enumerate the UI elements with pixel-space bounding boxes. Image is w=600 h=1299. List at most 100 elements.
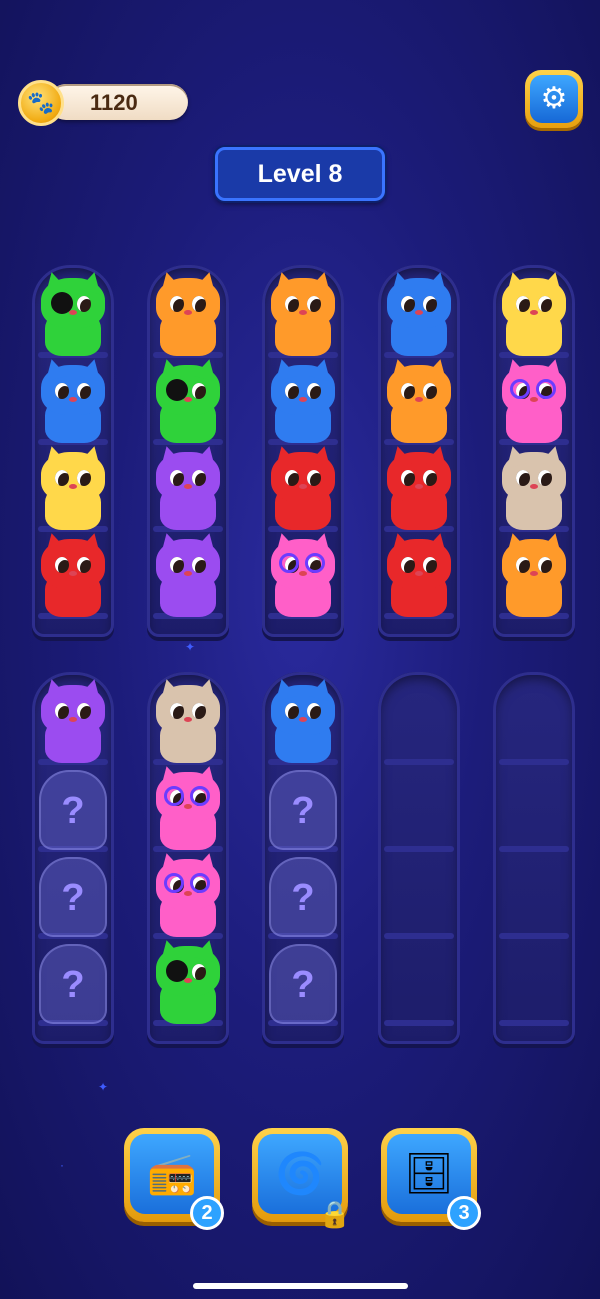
hidden-cat-slot: ? bbox=[269, 944, 337, 1024]
cat-eye-r bbox=[192, 964, 206, 980]
cat-nose bbox=[299, 397, 307, 402]
cat-eye-r bbox=[307, 296, 321, 312]
cat-orange[interactable] bbox=[496, 530, 572, 619]
tube-shelf bbox=[499, 846, 569, 852]
cat-eye-r bbox=[192, 296, 206, 312]
cat-blue[interactable] bbox=[35, 356, 111, 445]
cat-green-eyepatch[interactable] bbox=[150, 937, 226, 1026]
cat-eye-l bbox=[55, 703, 69, 719]
gear-icon: ⚙ bbox=[530, 75, 578, 123]
tube[interactable] bbox=[493, 672, 575, 1044]
hidden-cat-slot: ? bbox=[269, 857, 337, 937]
cat-purple[interactable] bbox=[150, 530, 226, 619]
tube-shelf bbox=[384, 1020, 454, 1026]
cat-eye-r bbox=[307, 703, 321, 719]
cat-eye-l bbox=[170, 470, 184, 486]
cat-eye-l bbox=[170, 557, 184, 573]
cat-orange[interactable] bbox=[265, 269, 341, 358]
cat-red[interactable] bbox=[265, 443, 341, 532]
cat-eye-r bbox=[307, 470, 321, 486]
cat-pink-glasses[interactable] bbox=[265, 530, 341, 619]
cat-red[interactable] bbox=[381, 443, 457, 532]
glasses-icon bbox=[510, 379, 560, 401]
hidden-cat-slot: ? bbox=[39, 944, 107, 1024]
cat-purple[interactable] bbox=[150, 443, 226, 532]
cat-pink-glasses[interactable] bbox=[150, 850, 226, 939]
cat-nose bbox=[415, 397, 423, 402]
tube[interactable] bbox=[378, 672, 460, 1044]
cat-blue[interactable] bbox=[265, 676, 341, 765]
cat-eye-r bbox=[538, 470, 552, 486]
cat-eye-r bbox=[423, 470, 437, 486]
cat-purple[interactable] bbox=[35, 676, 111, 765]
cat-green-eyepatch[interactable] bbox=[35, 269, 111, 358]
booster-count-badge: 2 bbox=[190, 1196, 224, 1230]
cat-nose bbox=[415, 571, 423, 576]
cat-red[interactable] bbox=[35, 530, 111, 619]
hidden-cat-slot: ? bbox=[39, 857, 107, 937]
cat-nose bbox=[184, 484, 192, 489]
walkie-talkie-booster[interactable]: 📻 2 bbox=[124, 1128, 224, 1230]
cat-eye-l bbox=[55, 557, 69, 573]
cat-eye-r bbox=[77, 557, 91, 573]
cat-orange[interactable] bbox=[150, 269, 226, 358]
coin-counter: 🐾 1120 bbox=[18, 80, 190, 126]
cat-eye-r bbox=[77, 383, 91, 399]
cat-eye-l bbox=[285, 296, 299, 312]
tube-shelf bbox=[384, 933, 454, 939]
cat-eye-r bbox=[77, 470, 91, 486]
paw-coin-icon: 🐾 bbox=[18, 80, 64, 126]
cat-nose bbox=[299, 717, 307, 722]
cat-siamese[interactable] bbox=[150, 676, 226, 765]
cat-nose bbox=[184, 571, 192, 576]
glasses-icon bbox=[164, 786, 214, 808]
cat-blue[interactable] bbox=[381, 269, 457, 358]
cat-eye-r bbox=[423, 557, 437, 573]
hidden-cat-slot: ? bbox=[269, 770, 337, 850]
extra-shelf-booster[interactable]: 🗄 3 bbox=[381, 1128, 481, 1230]
cat-eye-r bbox=[77, 703, 91, 719]
cat-blue[interactable] bbox=[265, 356, 341, 445]
cat-eye-l bbox=[401, 383, 415, 399]
coin-value: 1120 bbox=[90, 90, 138, 115]
cat-nose bbox=[530, 310, 538, 315]
cat-eye-l bbox=[170, 703, 184, 719]
tube-shelf bbox=[499, 1020, 569, 1026]
cat-yellow[interactable] bbox=[35, 443, 111, 532]
cat-eye-l bbox=[516, 470, 530, 486]
cat-nose bbox=[184, 310, 192, 315]
eyepatch-icon bbox=[51, 292, 73, 314]
tube-shelf bbox=[384, 759, 454, 765]
star-decoration: ✦ bbox=[185, 640, 196, 654]
cat-eye-r bbox=[307, 383, 321, 399]
home-indicator[interactable] bbox=[193, 1283, 408, 1289]
cat-nose bbox=[69, 717, 77, 722]
cat-nose bbox=[530, 571, 538, 576]
cat-red[interactable] bbox=[381, 530, 457, 619]
cat-nose bbox=[415, 484, 423, 489]
cat-eye-l bbox=[285, 703, 299, 719]
cat-nose bbox=[184, 978, 192, 983]
cat-green-eyepatch[interactable] bbox=[150, 356, 226, 445]
cat-eye-l bbox=[516, 557, 530, 573]
cat-eye-r bbox=[423, 296, 437, 312]
cat-eye-l bbox=[55, 470, 69, 486]
cat-nose bbox=[299, 310, 307, 315]
cat-eye-r bbox=[538, 296, 552, 312]
cat-eye-l bbox=[401, 557, 415, 573]
cat-nose bbox=[69, 571, 77, 576]
lock-icon: 🔒 bbox=[318, 1199, 352, 1229]
settings-button[interactable]: ⚙ bbox=[525, 70, 583, 128]
cat-nose bbox=[184, 397, 192, 402]
cat-eye-r bbox=[77, 296, 91, 312]
cat-nose bbox=[184, 717, 192, 722]
fan-booster[interactable]: 🌀 🔒 bbox=[252, 1128, 351, 1229]
cat-yellow[interactable] bbox=[496, 269, 572, 358]
eyepatch-icon bbox=[166, 379, 188, 401]
cat-pink-glasses[interactable] bbox=[496, 356, 572, 445]
cat-orange[interactable] bbox=[381, 356, 457, 445]
glasses-icon bbox=[279, 553, 329, 575]
cat-eye-l bbox=[401, 470, 415, 486]
cat-pink-glasses[interactable] bbox=[150, 763, 226, 852]
cat-siamese[interactable] bbox=[496, 443, 572, 532]
